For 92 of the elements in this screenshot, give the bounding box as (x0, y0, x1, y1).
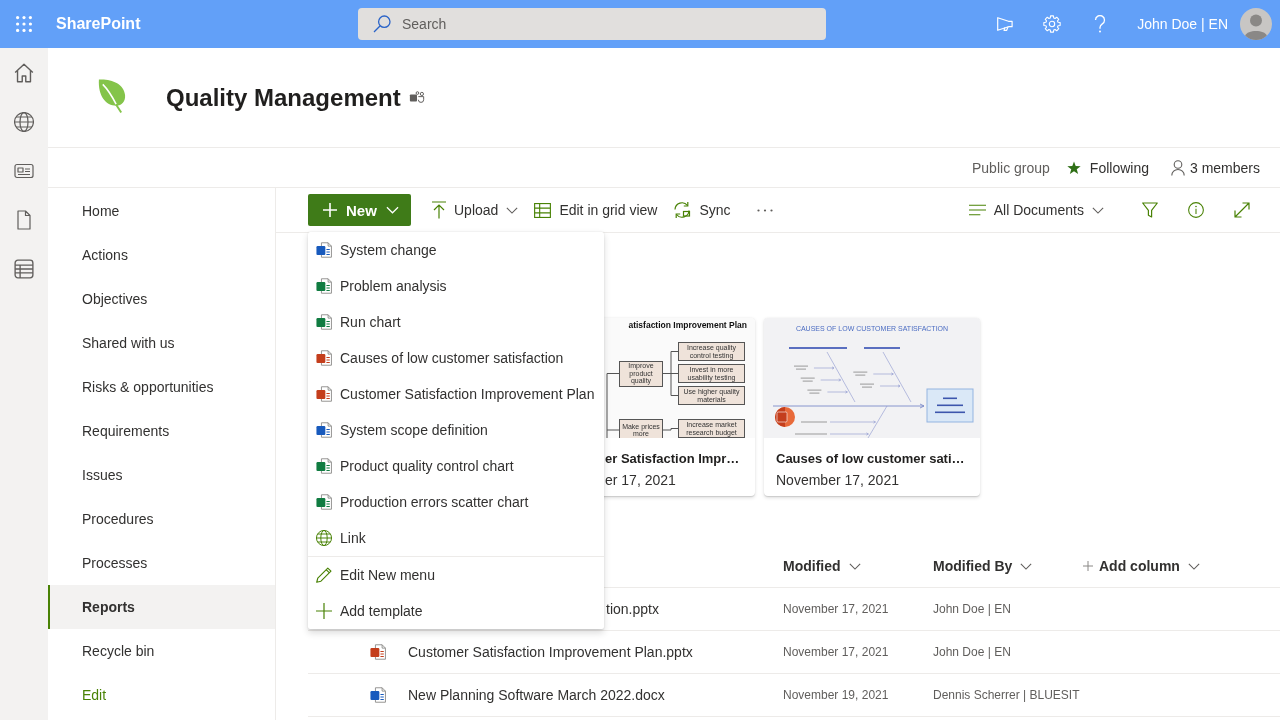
more-options-icon[interactable] (756, 208, 773, 212)
date-text: November 17, 2021 (783, 602, 889, 616)
news-icon[interactable] (14, 161, 34, 181)
chevron-down-icon (1020, 562, 1033, 570)
nav-link[interactable]: Reports (48, 585, 275, 629)
menu-item[interactable]: Add template (308, 593, 604, 629)
list-icon[interactable] (14, 259, 34, 279)
date-text: November 19, 2021 (783, 688, 889, 702)
presentation-file-icon (316, 386, 332, 402)
spreadsheet-file-icon (316, 278, 332, 294)
menu-item[interactable]: Link (308, 520, 604, 556)
privacy-label: Public group (972, 159, 1050, 176)
plus-icon (316, 603, 332, 619)
presentation-file-icon (370, 644, 386, 660)
nav-link[interactable]: Requirements (48, 409, 275, 453)
spreadsheet-file-icon (316, 494, 332, 510)
column-header[interactable]: Add column (1083, 558, 1200, 574)
app-launcher-icon[interactable] (16, 16, 32, 32)
info-icon[interactable] (1188, 202, 1204, 218)
globe-icon (316, 530, 332, 546)
grid-icon (534, 202, 552, 218)
nav-link[interactable]: Processes (48, 541, 275, 585)
menu-item[interactable]: Product quality control chart (308, 448, 604, 484)
document-file-icon (316, 242, 332, 258)
expand-icon[interactable] (1234, 202, 1250, 218)
nav-link[interactable]: Recycle bin (48, 629, 275, 673)
nav-link[interactable]: Actions (48, 233, 275, 277)
menu-item[interactable]: Production errors scatter chart (308, 484, 604, 520)
menu-item[interactable]: System change (308, 232, 604, 268)
edit-grid-button[interactable]: Edit in grid view (526, 188, 666, 232)
help-icon[interactable] (1094, 15, 1107, 33)
person-name: Dennis Scherrer | BLUESIT (933, 688, 1080, 702)
globe-icon[interactable] (14, 112, 34, 132)
card-title: er Satisfaction Impr… (605, 450, 740, 468)
nav-link[interactable]: Shared with us (48, 321, 275, 365)
chevron-down-icon (1187, 562, 1200, 570)
presentation-file-icon (316, 350, 332, 366)
person-name: John Doe | EN (933, 602, 1011, 616)
upload-arrow-icon (432, 201, 446, 219)
column-header[interactable]: Modified By (933, 558, 1033, 574)
menu-item[interactable]: Customer Satisfaction Improvement Plan (308, 376, 604, 412)
new-button[interactable]: New (308, 194, 411, 226)
follow-button[interactable]: Following (1066, 159, 1149, 176)
sync-button[interactable]: Sync (665, 188, 739, 232)
spreadsheet-file-icon (316, 458, 332, 474)
card-date: er 17, 2021 (605, 471, 676, 489)
card-title: Causes of low customer sati… (776, 450, 965, 468)
search-field[interactable]: Search (358, 8, 826, 40)
plus-icon (323, 203, 337, 217)
search-icon (373, 15, 391, 33)
nav-link[interactable]: Issues (48, 453, 275, 497)
pencil-icon (316, 567, 332, 583)
file-name-link[interactable]: tion.pptx (606, 601, 659, 617)
file-name-link[interactable]: Customer Satisfaction Improvement Plan.pptx (408, 644, 693, 660)
nav-link[interactable]: Home (48, 189, 275, 233)
chevron-down-icon (1092, 206, 1104, 214)
menu-item[interactable]: Causes of low customer satisfaction (308, 340, 604, 376)
menu-item[interactable]: Problem analysis (308, 268, 604, 304)
column-header[interactable]: Modified (783, 558, 861, 574)
plus-icon (1083, 561, 1093, 571)
site-title: Quality Management (166, 83, 401, 112)
spreadsheet-file-icon (316, 314, 332, 330)
chevron-down-icon (385, 206, 399, 214)
members-button[interactable]: 3 members (1170, 159, 1260, 176)
sync-icon (673, 201, 692, 219)
upload-button[interactable]: Upload (424, 188, 527, 232)
card-date: November 17, 2021 (776, 471, 899, 489)
home-icon[interactable] (14, 63, 34, 83)
person-name: John Doe | EN (933, 645, 1011, 659)
settings-icon[interactable] (1043, 15, 1062, 33)
document-file-icon (316, 422, 332, 438)
edit-link[interactable]: Edit (48, 673, 275, 717)
menu-item[interactable]: Edit New menu (308, 557, 604, 593)
menu-item[interactable]: System scope definition (308, 412, 604, 448)
lines-icon (968, 204, 986, 216)
chevron-down-icon (506, 206, 519, 214)
file-name-link[interactable]: New Planning Software March 2022.docx (408, 687, 665, 703)
team-icon[interactable] (408, 91, 425, 104)
document-file-icon (370, 687, 386, 703)
menu-item[interactable]: Run chart (308, 304, 604, 340)
megaphone-icon[interactable] (995, 15, 1014, 33)
view-switcher-button[interactable]: All Documents (960, 188, 1112, 232)
diagram-title: atisfaction Improvement Plan (628, 320, 747, 330)
document-icon[interactable] (14, 210, 34, 230)
nav-link[interactable]: Objectives (48, 277, 275, 321)
presentation-badge-icon (775, 407, 795, 427)
nav-link[interactable]: Procedures (48, 497, 275, 541)
date-text: November 17, 2021 (783, 645, 889, 659)
chevron-down-icon (848, 562, 861, 570)
filter-icon[interactable] (1142, 202, 1158, 218)
person-icon (1170, 159, 1185, 176)
nav-link[interactable]: Risks & opportunities (48, 365, 275, 409)
